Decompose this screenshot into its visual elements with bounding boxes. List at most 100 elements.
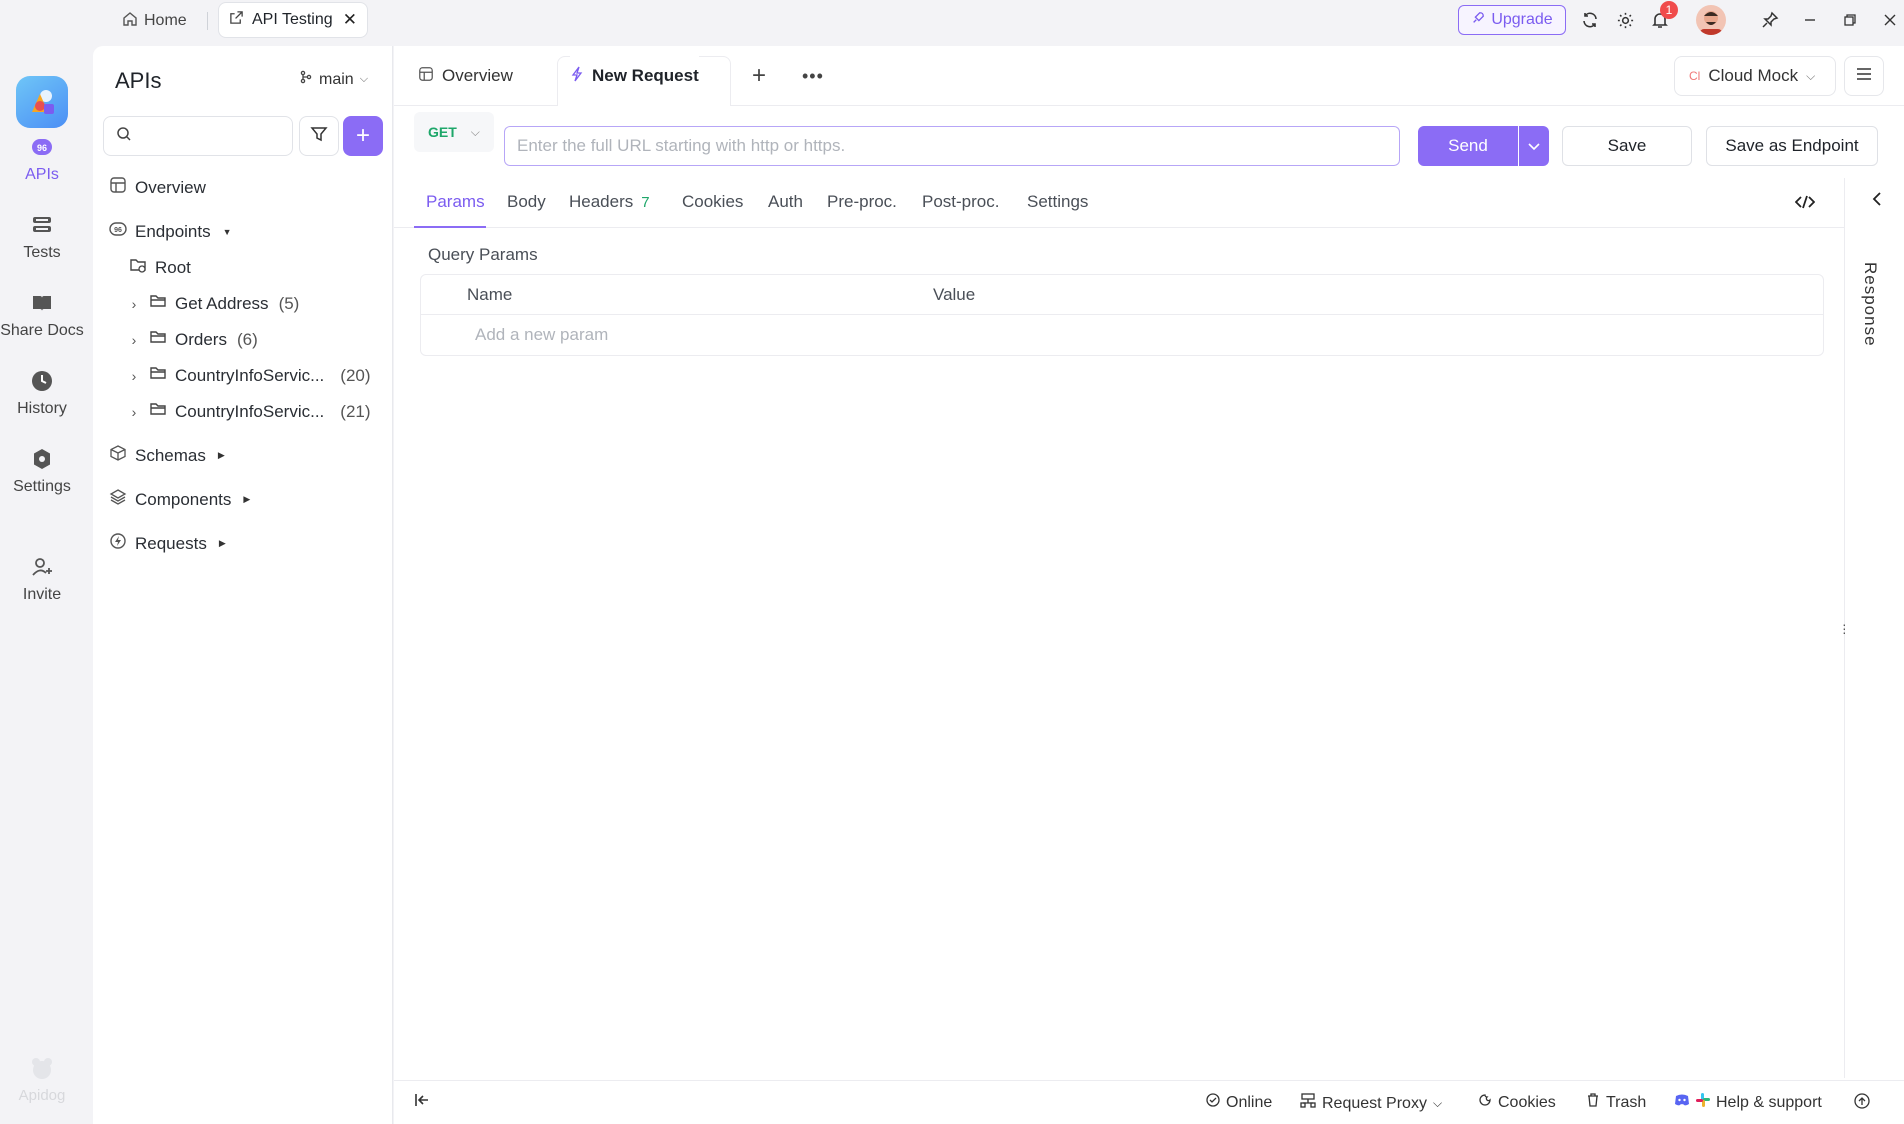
more-tabs-button[interactable]: ••• xyxy=(802,56,824,96)
add-tab-button[interactable]: + xyxy=(752,56,766,96)
add-button[interactable]: + xyxy=(343,116,383,156)
send-button[interactable]: Send xyxy=(1418,126,1518,166)
apis-sidebar: APIs main ⌵ + Overview 96 Endpoints ▼ Ro… xyxy=(93,46,393,1124)
gear-icon[interactable] xyxy=(1613,8,1637,32)
tab-params[interactable]: Params xyxy=(426,192,485,212)
tree-item-folder[interactable]: › Get Address (5) xyxy=(127,292,300,315)
tree-item-endpoints[interactable]: 96 Endpoints ▼ xyxy=(109,220,232,243)
tab-cookies[interactable]: Cookies xyxy=(682,192,743,212)
tree-label-schemas: Schemas xyxy=(135,445,206,465)
cookie-icon xyxy=(1478,1093,1492,1112)
collapse-sidebar-button[interactable] xyxy=(414,1093,430,1112)
cookies-button[interactable]: Cookies xyxy=(1478,1093,1556,1112)
rail-item-apis[interactable]: 96 APIs xyxy=(0,134,84,184)
save-label: Save xyxy=(1607,136,1647,155)
chevron-right-icon: › xyxy=(131,331,137,348)
rail-label-settings: Settings xyxy=(13,478,71,495)
tab-overview[interactable]: Overview xyxy=(418,56,513,96)
left-rail: 96 APIs Tests Share Docs History Setting… xyxy=(0,40,84,1124)
tab-divider xyxy=(207,12,208,30)
method-select[interactable]: GET ⌵ xyxy=(414,112,494,152)
tab-home[interactable]: Home xyxy=(122,8,187,34)
resize-handle[interactable]: · · · xyxy=(1842,617,1847,639)
rail-item-tests[interactable]: Tests xyxy=(0,212,84,262)
tree-item-components[interactable]: Components ▶ xyxy=(109,488,250,511)
tree-item-folder[interactable]: › Orders (6) xyxy=(127,328,258,351)
rail-item-settings[interactable]: Settings xyxy=(0,446,84,496)
discord-icon xyxy=(1674,1093,1690,1112)
response-label[interactable]: Response xyxy=(1860,262,1880,347)
tab-api-testing[interactable]: API Testing ✕ xyxy=(218,2,368,38)
tree-item-folder[interactable]: › CountryInfoServic... (20) xyxy=(127,364,371,387)
send-options-button[interactable] xyxy=(1519,126,1549,166)
tab-cookies-label: Cookies xyxy=(682,192,744,211)
scroll-to-top-button[interactable] xyxy=(1854,1093,1870,1114)
tab-settings[interactable]: Settings xyxy=(1027,192,1088,212)
sidebar-search[interactable] xyxy=(103,116,293,156)
rail-item-history[interactable]: History xyxy=(0,368,84,418)
folder-icon xyxy=(149,292,167,315)
tree-label-components: Components xyxy=(135,489,232,509)
chevron-down-icon: ⌵ xyxy=(359,73,369,85)
save-as-endpoint-button[interactable]: Save as Endpoint xyxy=(1706,126,1878,166)
tab-headers[interactable]: Headers 7 xyxy=(569,192,650,212)
tab-new-request[interactable]: New Request xyxy=(570,56,699,96)
tab-auth[interactable]: Auth xyxy=(768,192,803,212)
rail-item-share-docs[interactable]: Share Docs xyxy=(0,290,84,340)
rail-label-tests: Tests xyxy=(23,244,61,261)
avatar[interactable] xyxy=(1696,5,1726,35)
pin-icon[interactable] xyxy=(1758,8,1782,32)
caret-right-icon: ▶ xyxy=(218,538,226,548)
tab-new-request-label: New Request xyxy=(592,66,699,85)
online-status[interactable]: Online xyxy=(1206,1093,1272,1112)
tree-item-schemas[interactable]: Schemas ▶ xyxy=(109,444,225,467)
add-param-input[interactable]: Add a new param xyxy=(475,325,608,345)
tree-label-requests: Requests xyxy=(135,533,207,553)
upgrade-button[interactable]: Upgrade xyxy=(1458,5,1566,35)
code-icon[interactable] xyxy=(1792,190,1818,214)
close-tab-icon[interactable]: ✕ xyxy=(343,10,357,30)
environment-menu-button[interactable] xyxy=(1844,56,1884,96)
search-icon xyxy=(116,126,132,147)
restore-icon[interactable] xyxy=(1838,8,1862,32)
filter-button[interactable] xyxy=(299,116,339,156)
app-logo[interactable] xyxy=(16,76,68,128)
column-value-header: Value xyxy=(933,285,976,304)
folder-count: (21) xyxy=(340,401,371,421)
caret-down-icon: ▼ xyxy=(222,226,232,237)
minimize-icon[interactable] xyxy=(1798,8,1822,32)
tab-pre-proc-label: Pre-proc. xyxy=(827,192,897,211)
send-label: Send xyxy=(1448,136,1488,155)
tab-params-label: Params xyxy=(426,192,485,211)
branch-selector[interactable]: main ⌵ xyxy=(299,70,368,89)
overview-icon xyxy=(418,66,434,87)
tree-item-root[interactable]: Root xyxy=(129,256,191,279)
svg-text:96: 96 xyxy=(37,143,47,153)
close-window-icon[interactable] xyxy=(1878,8,1902,32)
folder-icon xyxy=(149,364,167,387)
column-name-header: Name xyxy=(467,285,513,304)
url-input[interactable] xyxy=(504,126,1400,166)
tab-post-proc[interactable]: Post-proc. xyxy=(922,192,999,212)
cube-icon xyxy=(109,444,127,467)
trash-button[interactable]: Trash xyxy=(1586,1093,1646,1112)
environment-selector[interactable]: Cl Cloud Mock ⌵ xyxy=(1674,56,1836,96)
tab-body[interactable]: Body xyxy=(507,192,546,212)
request-proxy-selector[interactable]: Request Proxy ⌵ xyxy=(1300,1093,1442,1114)
tree-item-requests[interactable]: Requests ▶ xyxy=(109,532,226,555)
tree-item-overview[interactable]: Overview xyxy=(109,176,206,199)
rail-item-invite[interactable]: Invite xyxy=(0,554,84,604)
tab-pre-proc[interactable]: Pre-proc. xyxy=(827,192,897,212)
folder-name: CountryInfoServic... xyxy=(175,365,325,385)
sync-icon[interactable] xyxy=(1578,8,1602,32)
branch-icon xyxy=(299,70,313,89)
table-header: Name Value xyxy=(421,275,1823,315)
chevron-left-icon[interactable] xyxy=(1872,192,1882,211)
tree-item-folder[interactable]: › CountryInfoServic... (21) xyxy=(127,400,371,423)
save-as-endpoint-label: Save as Endpoint xyxy=(1725,136,1859,155)
more-horizontal-icon: ••• xyxy=(802,65,824,86)
save-button[interactable]: Save xyxy=(1562,126,1692,166)
clock-icon xyxy=(29,368,55,394)
help-support-button[interactable]: Help & support xyxy=(1674,1093,1822,1112)
headers-count-badge: 7 xyxy=(641,193,650,211)
